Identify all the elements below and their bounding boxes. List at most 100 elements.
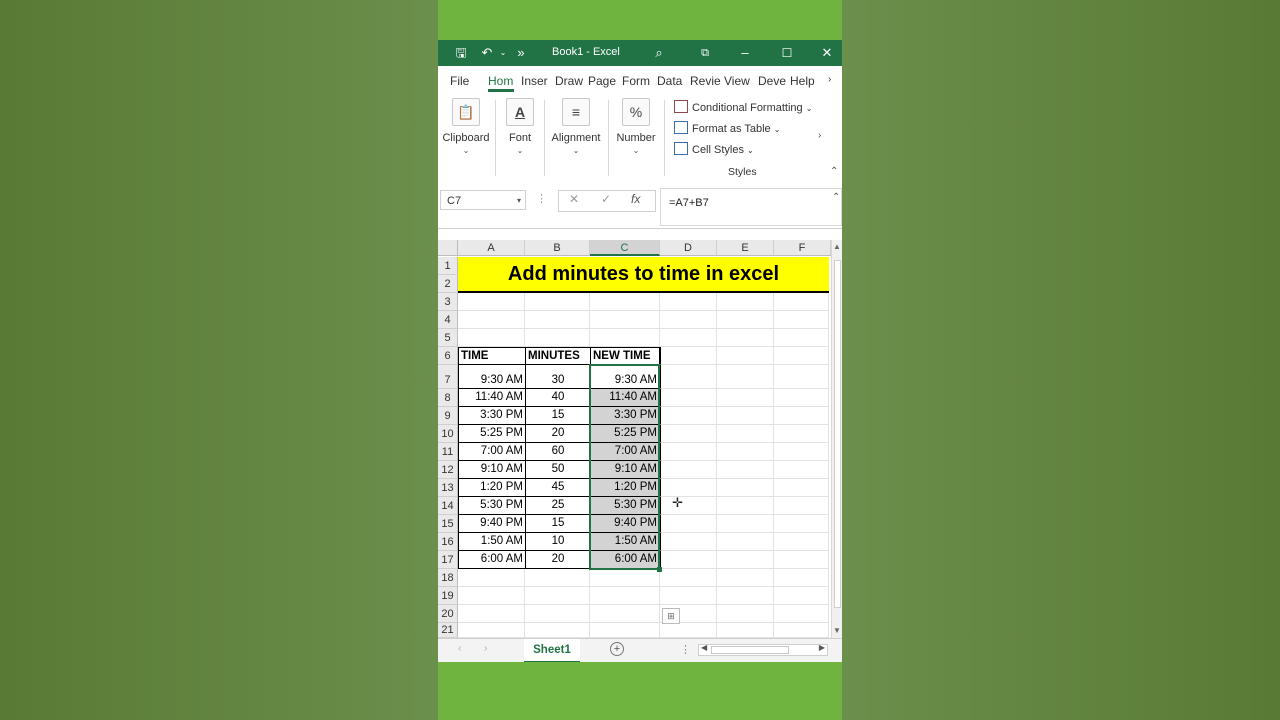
tab-view[interactable]: View <box>724 74 750 88</box>
cell[interactable] <box>660 533 717 551</box>
cell[interactable] <box>590 293 660 311</box>
conditional-formatting-button[interactable]: Conditional Formatting ⌄ <box>674 100 812 114</box>
insert-function-icon[interactable]: fx <box>631 192 640 206</box>
cell[interactable] <box>717 443 774 461</box>
horizontal-scrollbar[interactable]: ◀ ▶ <box>698 643 828 656</box>
cell[interactable] <box>717 311 774 329</box>
time-cell[interactable]: 5:25 PM <box>458 425 525 443</box>
time-cell[interactable]: 9:10 AM <box>458 461 525 479</box>
close-icon[interactable]: ✕ <box>818 44 836 62</box>
cell[interactable] <box>774 515 829 533</box>
cell[interactable] <box>774 311 829 329</box>
minutes-cell[interactable]: 10 <box>525 533 590 551</box>
minutes-cell[interactable]: 25 <box>525 497 590 515</box>
number-group[interactable]: % Number ⌄ <box>614 98 658 155</box>
cell[interactable] <box>717 389 774 407</box>
tab-file[interactable]: File <box>450 74 469 88</box>
cell[interactable] <box>590 329 660 347</box>
cell[interactable] <box>660 311 717 329</box>
tab-developer[interactable]: Deve <box>758 74 786 88</box>
cell[interactable] <box>774 461 829 479</box>
cell[interactable] <box>774 347 829 365</box>
new-time-cell[interactable]: 3:30 PM <box>590 407 660 425</box>
row-header-12[interactable]: 12 <box>438 461 458 479</box>
tab-draw[interactable]: Draw <box>555 74 583 88</box>
search-icon[interactable]: ⌕ <box>650 44 668 62</box>
row-header-11[interactable]: 11 <box>438 443 458 461</box>
save-icon[interactable]: 🖫 <box>452 44 470 62</box>
cell[interactable] <box>660 623 717 638</box>
tab-help[interactable]: Help <box>790 74 815 88</box>
cell[interactable] <box>525 605 590 623</box>
cell[interactable] <box>525 329 590 347</box>
cell[interactable] <box>660 407 717 425</box>
cell[interactable] <box>590 569 660 587</box>
cell[interactable] <box>458 605 525 623</box>
minutes-cell[interactable]: 15 <box>525 407 590 425</box>
cell[interactable] <box>525 293 590 311</box>
collapse-ribbon-icon[interactable]: ⌃ <box>830 166 838 177</box>
time-cell[interactable]: 11:40 AM <box>458 389 525 407</box>
enter-icon[interactable]: ✓ <box>601 192 611 206</box>
cell[interactable] <box>774 569 829 587</box>
tab-review[interactable]: Revie <box>690 74 721 88</box>
column-header-d[interactable]: D <box>660 240 717 256</box>
scroll-up-icon[interactable]: ▲ <box>833 242 841 251</box>
scroll-down-icon[interactable]: ▼ <box>833 626 841 635</box>
vertical-scrollbar[interactable]: ▲ ▼ <box>831 240 842 638</box>
cell[interactable] <box>774 533 829 551</box>
cell[interactable] <box>458 587 525 605</box>
time-cell[interactable]: 7:00 AM <box>458 443 525 461</box>
row-header-18[interactable]: 18 <box>438 569 458 587</box>
format-as-table-button[interactable]: Format as Table ⌄ <box>674 121 780 135</box>
vertical-scroll-thumb[interactable] <box>834 260 841 608</box>
name-box[interactable]: C7 ▾ <box>440 190 526 210</box>
tabs-scroll-right-icon[interactable]: › <box>828 74 831 85</box>
add-sheet-icon[interactable]: + <box>610 642 624 656</box>
cell[interactable] <box>660 551 717 569</box>
sheet-tab-sheet1[interactable]: Sheet1 <box>524 639 580 662</box>
column-header-f[interactable]: F <box>774 240 831 256</box>
row-header-15[interactable]: 15 <box>438 515 458 533</box>
minutes-cell[interactable]: 60 <box>525 443 590 461</box>
expand-formula-bar-icon[interactable]: ⌃ <box>832 192 840 203</box>
cell[interactable] <box>774 623 829 638</box>
cell[interactable] <box>660 479 717 497</box>
row-header-16[interactable]: 16 <box>438 533 458 551</box>
time-cell[interactable]: 9:30 AM <box>458 365 525 389</box>
cell[interactable] <box>590 311 660 329</box>
cell[interactable] <box>660 365 717 389</box>
cell[interactable] <box>717 479 774 497</box>
minutes-cell[interactable]: 20 <box>525 425 590 443</box>
cell[interactable] <box>774 365 829 389</box>
row-header-7[interactable]: 7 <box>438 365 458 389</box>
alignment-group[interactable]: ≡ Alignment ⌄ <box>548 98 604 155</box>
row-header-8[interactable]: 8 <box>438 389 458 407</box>
sheet-title[interactable]: Add minutes to time in excel <box>458 257 829 293</box>
cell[interactable] <box>717 605 774 623</box>
cell[interactable] <box>458 293 525 311</box>
ribbon-display-icon[interactable]: ⧉ <box>696 44 714 62</box>
row-header-3[interactable]: 3 <box>438 293 458 311</box>
time-cell[interactable]: 3:30 PM <box>458 407 525 425</box>
quick-analysis-icon[interactable]: ⊞ <box>662 608 680 624</box>
cell[interactable] <box>717 515 774 533</box>
time-cell[interactable]: 9:40 PM <box>458 515 525 533</box>
cell[interactable] <box>660 329 717 347</box>
cell[interactable] <box>525 311 590 329</box>
time-cell[interactable]: 6:00 AM <box>458 551 525 569</box>
table-header-cell[interactable]: NEW TIME <box>590 347 660 365</box>
cell[interactable] <box>774 497 829 515</box>
row-header-20[interactable]: 20 <box>438 605 458 623</box>
minutes-cell[interactable]: 30 <box>525 365 590 389</box>
cell[interactable] <box>774 389 829 407</box>
ribbon-scroll-right-icon[interactable]: › <box>818 130 821 141</box>
row-header-21[interactable]: 21 <box>438 623 458 638</box>
new-time-cell[interactable]: 9:40 PM <box>590 515 660 533</box>
cell[interactable] <box>717 329 774 347</box>
new-time-cell[interactable]: 11:40 AM <box>590 389 660 407</box>
minutes-cell[interactable]: 20 <box>525 551 590 569</box>
cell[interactable] <box>458 623 525 638</box>
row-header-13[interactable]: 13 <box>438 479 458 497</box>
cell[interactable] <box>660 461 717 479</box>
